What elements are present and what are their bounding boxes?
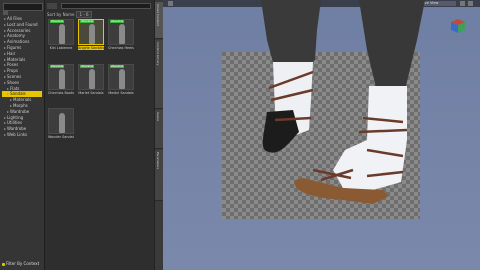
- scene-figure: [261, 0, 425, 204]
- item-label: Wonder Sandals Outfit: [48, 135, 74, 139]
- item-thumbnail: Wearable: [78, 64, 104, 90]
- stocking-leg-back: [261, 0, 321, 70]
- category-label: Accessories: [7, 27, 31, 33]
- content-item[interactable]: Wearable Medici Sandals: [108, 64, 134, 95]
- category-label: Wardrobe: [10, 108, 30, 114]
- sort-label[interactable]: Sort by Name: [47, 12, 74, 17]
- category-label: Shoes: [7, 79, 20, 85]
- category-panel: ▸All Files ▸Lost and Found ▸Accessories ▸An…: [0, 0, 45, 270]
- page-indicator[interactable]: 1 - 6: [76, 11, 92, 18]
- figure-preview-icon: [89, 24, 95, 44]
- view-mode-icon[interactable]: [47, 3, 57, 9]
- item-label: Marlet Sandals: [78, 91, 104, 95]
- category-label: Morphs: [13, 102, 28, 108]
- checkbox-icon: [2, 262, 5, 266]
- pane-tab[interactable]: Parameters: [155, 150, 163, 201]
- category-search-input[interactable]: [3, 3, 43, 11]
- content-item[interactable]: Wearable Chechias Heels 2: [108, 19, 134, 50]
- view-cube-icon[interactable]: [450, 18, 466, 34]
- wearable-badge: Wearable: [110, 20, 125, 23]
- item-label: Chechias Heels 2: [108, 46, 134, 50]
- item-thumbnail: Wearable: [48, 19, 74, 45]
- panel-options-icon[interactable]: [3, 10, 8, 15]
- wearable-badge: Wearable: [50, 65, 65, 68]
- item-label: Kiki Labienne: [49, 46, 73, 50]
- item-label: Angele Sandals: [78, 46, 104, 50]
- category-label: Web Links: [7, 131, 28, 137]
- category-label: All Files: [7, 16, 23, 21]
- wearable-badge: Wearable: [110, 65, 125, 68]
- category-label: Materials: [13, 97, 32, 103]
- category-label: Poses: [7, 62, 19, 68]
- stocking-leg-front: [359, 0, 425, 92]
- item-thumbnail: [48, 108, 74, 134]
- category-label: Wardrobe: [7, 126, 27, 132]
- category-label: Animations: [7, 39, 30, 45]
- filter-by-context-toggle[interactable]: Filter By Context: [2, 261, 42, 267]
- sock-front: [333, 86, 407, 190]
- wearable-badge: Wearable: [80, 65, 95, 68]
- item-thumbnail: Wearable: [48, 64, 74, 90]
- category-label: Lost and Found: [7, 21, 38, 27]
- content-grid-panel: Sort by Name 1 - 6 Wearable Kiki Labienne W…: [45, 0, 154, 270]
- content-item[interactable]: Wearable Chechias Boots: [48, 64, 74, 95]
- category-label: Figures: [7, 44, 22, 50]
- item-thumbnail: Wearable: [78, 19, 104, 45]
- content-item[interactable]: Wonder Sandals Outfit: [48, 108, 74, 139]
- pane-tab-label: Scene: [156, 112, 160, 122]
- category-label: Flats: [10, 85, 20, 91]
- figure-preview-icon: [59, 24, 65, 44]
- category-label: Lighting: [7, 114, 24, 120]
- figure-preview-icon: [119, 69, 125, 89]
- content-toolbar: [47, 3, 151, 9]
- item-thumbnail: Wearable: [108, 64, 134, 90]
- pane-tab[interactable]: Content Library: [155, 40, 163, 109]
- filter-label: Filter By Context: [6, 261, 40, 266]
- sandal-heel-back: [262, 110, 299, 153]
- sort-bar: Sort by Name 1 - 6: [47, 11, 151, 18]
- category-label: Hair: [7, 50, 16, 56]
- content-item[interactable]: Wearable Kiki Labienne: [48, 19, 74, 50]
- pane-tab-label: Parameters: [156, 152, 160, 170]
- wearable-badge: Wearable: [80, 20, 95, 23]
- category-label: Props: [7, 68, 18, 74]
- item-thumbnail: Wearable: [108, 19, 134, 45]
- category-label: Sandals: [10, 91, 26, 97]
- category-label: Anatomy: [7, 33, 26, 39]
- item-label: Chechias Boots: [48, 91, 74, 95]
- content-search-input[interactable]: [61, 3, 151, 9]
- pane-tab[interactable]: Scene: [155, 110, 163, 149]
- figure-preview-icon: [119, 24, 125, 44]
- content-item[interactable]: Wearable Angele Sandals: [78, 19, 104, 50]
- figure-preview-icon: [89, 69, 95, 89]
- category-label: Utilities: [7, 120, 23, 126]
- category-label: Scenes: [7, 73, 22, 79]
- category-tree: ▸All Files ▸Lost and Found ▸Accessories ▸An…: [2, 16, 42, 138]
- pane-tab-label: Content Library: [156, 42, 160, 66]
- 3d-viewport[interactable]: Perspective View: [163, 0, 480, 270]
- figure-preview-icon: [59, 113, 65, 133]
- pane-tab-label: Smart Content: [156, 4, 160, 26]
- wearable-badge: Wearable: [50, 20, 65, 23]
- content-item[interactable]: Wearable Marlet Sandals: [78, 64, 104, 95]
- category-label: Materials: [7, 56, 26, 62]
- figure-preview-icon: [59, 69, 65, 89]
- pane-tab[interactable]: Smart Content: [155, 2, 163, 39]
- item-label: Medici Sandals: [108, 91, 134, 95]
- category-item[interactable]: ▸Web Links: [2, 132, 42, 138]
